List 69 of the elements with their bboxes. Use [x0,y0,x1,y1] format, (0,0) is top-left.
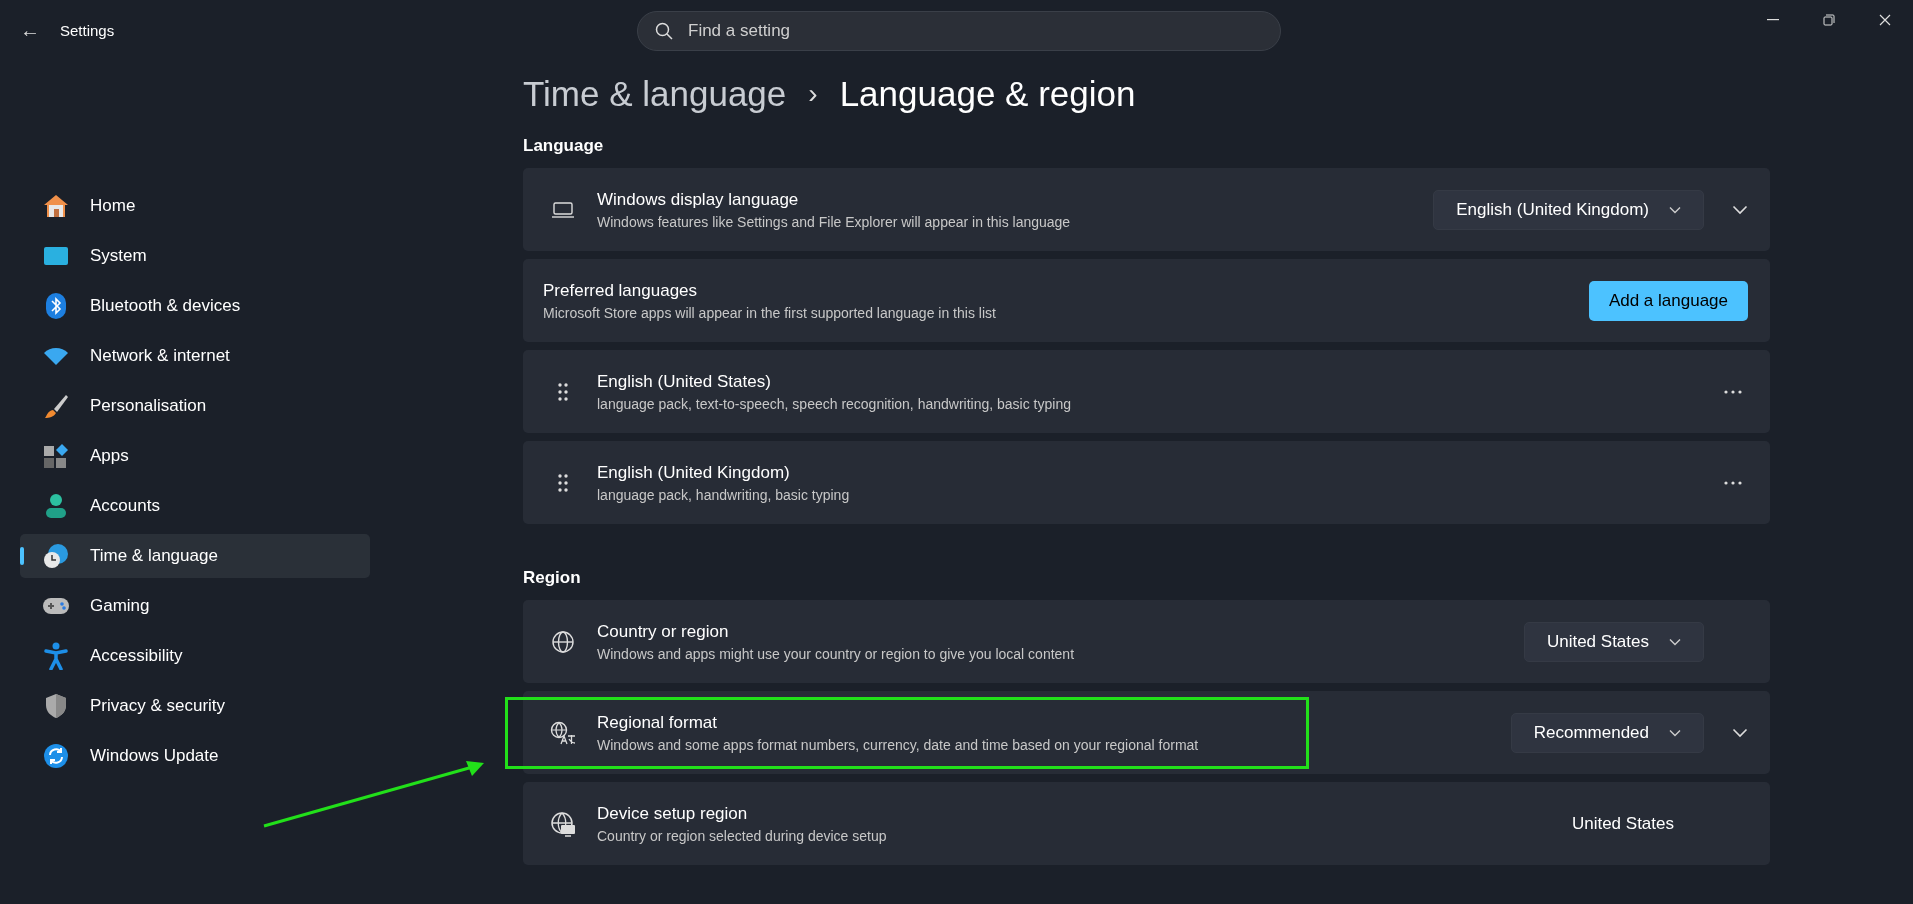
setting-title: Regional format [597,712,718,733]
expand-chevron-icon[interactable] [1732,204,1748,215]
breadcrumb-separator: › [808,78,818,110]
back-button[interactable]: ← [0,18,60,42]
sidebar-item[interactable]: Time & language [20,534,370,578]
bluetooth-icon [45,292,67,320]
window-title: Settings [60,21,115,39]
sidebar-item[interactable]: Accessibility [20,634,370,678]
apps-icon [43,443,69,469]
sidebar-item[interactable]: Bluetooth & devices [20,284,370,328]
dropdown[interactable]: United States [1523,621,1704,662]
restore-icon[interactable] [1823,14,1835,26]
sidebar-item[interactable]: Home [20,184,370,228]
drag-handle-icon[interactable] [557,381,569,402]
sidebar-item[interactable]: Personalisation [20,384,370,428]
sidebar-item[interactable]: System [20,234,370,278]
setting-title: Country or region [597,621,730,642]
wifi-icon [43,346,69,366]
shield-icon [44,693,68,719]
gamepad-icon [42,596,70,616]
language-format-icon [550,720,576,745]
add-language-button[interactable]: Add a language [1588,280,1748,321]
selection-indicator [20,547,24,565]
setting-description: language pack, handwriting, basic typing [597,486,851,503]
globe-monitor-icon [550,810,576,837]
close-icon[interactable] [1879,14,1891,26]
dropdown[interactable]: Recommended [1510,712,1704,753]
sidebar-item[interactable]: Apps [20,434,370,478]
breadcrumb-link[interactable]: Time & language [523,74,787,114]
setting-title: Device setup region [597,803,749,824]
more-options-icon[interactable] [1724,389,1742,394]
expand-chevron-icon[interactable] [1732,727,1748,738]
globe-clock-icon [43,543,69,569]
globe-icon [551,629,575,654]
setting-title: Preferred languages [543,280,699,301]
sidebar-item[interactable]: Privacy & security [20,684,370,728]
setting-description: Windows and some apps format numbers, currency, date and time based on your regional format [597,736,1200,753]
setting-description: Microsoft Store apps will appear in the first supported language in this list [543,304,997,321]
search-field[interactable]: Find a setting [637,11,1281,51]
house-icon [43,194,69,218]
setting-description: Windows and apps might use your country or region to give you local content [597,645,1076,662]
page-title: Language & region [839,74,1136,114]
setting-description: Windows features like Settings and File Explorer will appear in this language [597,213,1072,230]
search-icon [655,22,673,40]
chevron-down-icon [1669,637,1681,646]
setting-value: United States [1571,813,1674,834]
drag-handle-icon[interactable] [557,472,569,493]
update-icon [43,743,69,769]
more-options-icon[interactable] [1724,480,1742,485]
section-heading: Language [523,136,605,156]
sidebar-item[interactable]: Accounts [20,484,370,528]
chevron-down-icon [1669,205,1681,214]
person-icon [44,493,68,519]
setting-title: Windows display language [597,189,800,210]
sidebar-item[interactable]: Network & internet [20,334,370,378]
paintbrush-icon [44,393,68,419]
section-heading: Region [523,568,582,588]
sidebar-item[interactable]: Gaming [20,584,370,628]
monitor-icon [43,245,69,267]
setting-description: language pack, text-to-speech, speech recognition, handwriting, basic typing [597,395,1072,412]
accessibility-icon [44,642,68,670]
dropdown[interactable]: English (United Kingdom) [1433,189,1704,230]
setting-title: English (United Kingdom) [597,462,791,483]
chevron-down-icon [1669,728,1681,737]
setting-title: English (United States) [597,371,772,392]
minimize-icon[interactable] [1767,19,1779,21]
sidebar-item[interactable]: Windows Update [20,734,370,778]
laptop-icon [551,200,575,219]
setting-description: Country or region selected during device setup [597,827,888,844]
